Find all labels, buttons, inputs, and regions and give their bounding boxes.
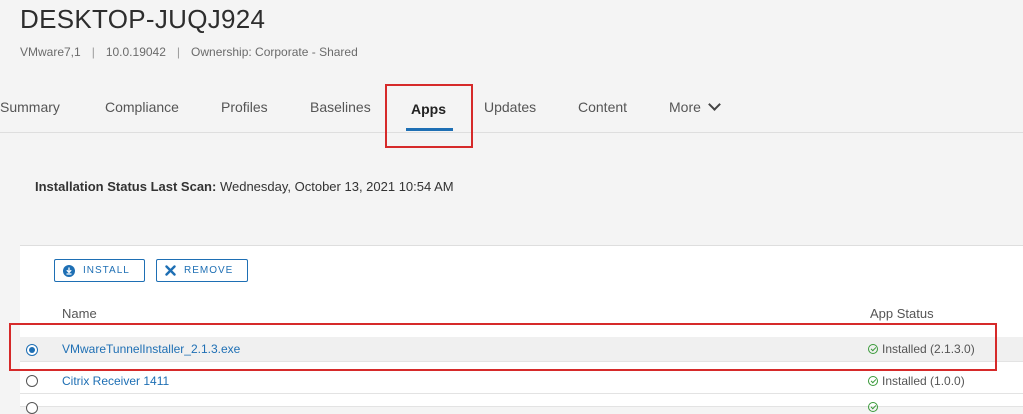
app-status-text: Installed (2.1.3.0) xyxy=(882,342,975,356)
device-model: VMware7,1 xyxy=(20,45,81,59)
column-header-name[interactable]: Name xyxy=(62,306,97,321)
app-status: Installed (1.0.0) xyxy=(868,374,965,388)
tab-more[interactable]: More xyxy=(669,98,721,115)
scan-status: Installation Status Last Scan: Wednesday… xyxy=(35,179,454,194)
app-status: Installed (2.1.3.0) xyxy=(868,342,975,356)
remove-icon xyxy=(165,265,176,276)
install-button[interactable]: INSTALL xyxy=(54,259,145,282)
tab-compliance[interactable]: Compliance xyxy=(105,99,179,115)
check-circle-icon xyxy=(868,376,878,386)
meta-separator: | xyxy=(91,45,95,59)
tab-profiles[interactable]: Profiles xyxy=(221,99,268,115)
check-circle-icon xyxy=(868,344,878,354)
os-version: 10.0.19042 xyxy=(105,45,166,59)
install-icon xyxy=(63,264,75,277)
device-title: DESKTOP-JUQJ924 xyxy=(20,4,266,34)
app-name-link[interactable]: Citrix Receiver 1411 xyxy=(62,374,169,388)
column-header-status[interactable]: App Status xyxy=(870,306,934,321)
row-select-radio[interactable] xyxy=(26,402,38,414)
app-name-link[interactable]: VMwareTunnelInstaller_2.1.3.exe xyxy=(62,342,240,356)
active-tab-indicator xyxy=(406,128,453,131)
ownership: Ownership: Corporate - Shared xyxy=(191,45,358,59)
tab-content[interactable]: Content xyxy=(578,99,627,115)
tab-bar: Summary Compliance Profiles Baselines Ap… xyxy=(0,90,1023,133)
meta-separator: | xyxy=(176,45,181,59)
install-label: INSTALL xyxy=(83,265,130,276)
app-status-text: Installed (1.0.0) xyxy=(882,374,965,388)
remove-label: REMOVE xyxy=(184,265,234,276)
row-select-radio[interactable] xyxy=(26,375,38,387)
scan-status-value: Wednesday, October 13, 2021 10:54 AM xyxy=(219,179,454,194)
row-select-radio[interactable] xyxy=(26,344,38,356)
tab-baselines[interactable]: Baselines xyxy=(310,99,371,115)
scan-status-label: Installation Status Last Scan: xyxy=(35,179,217,194)
tab-summary[interactable]: Summary xyxy=(0,99,60,115)
chevron-down-icon xyxy=(708,98,721,111)
device-meta: VMware7,1 | 10.0.19042 | Ownership: Corporat… xyxy=(20,45,358,59)
tab-more-label: More xyxy=(669,99,701,115)
tab-apps[interactable]: Apps xyxy=(411,101,446,117)
check-circle-icon xyxy=(868,402,878,412)
tab-updates[interactable]: Updates xyxy=(484,99,536,115)
remove-button[interactable]: REMOVE xyxy=(156,259,248,282)
